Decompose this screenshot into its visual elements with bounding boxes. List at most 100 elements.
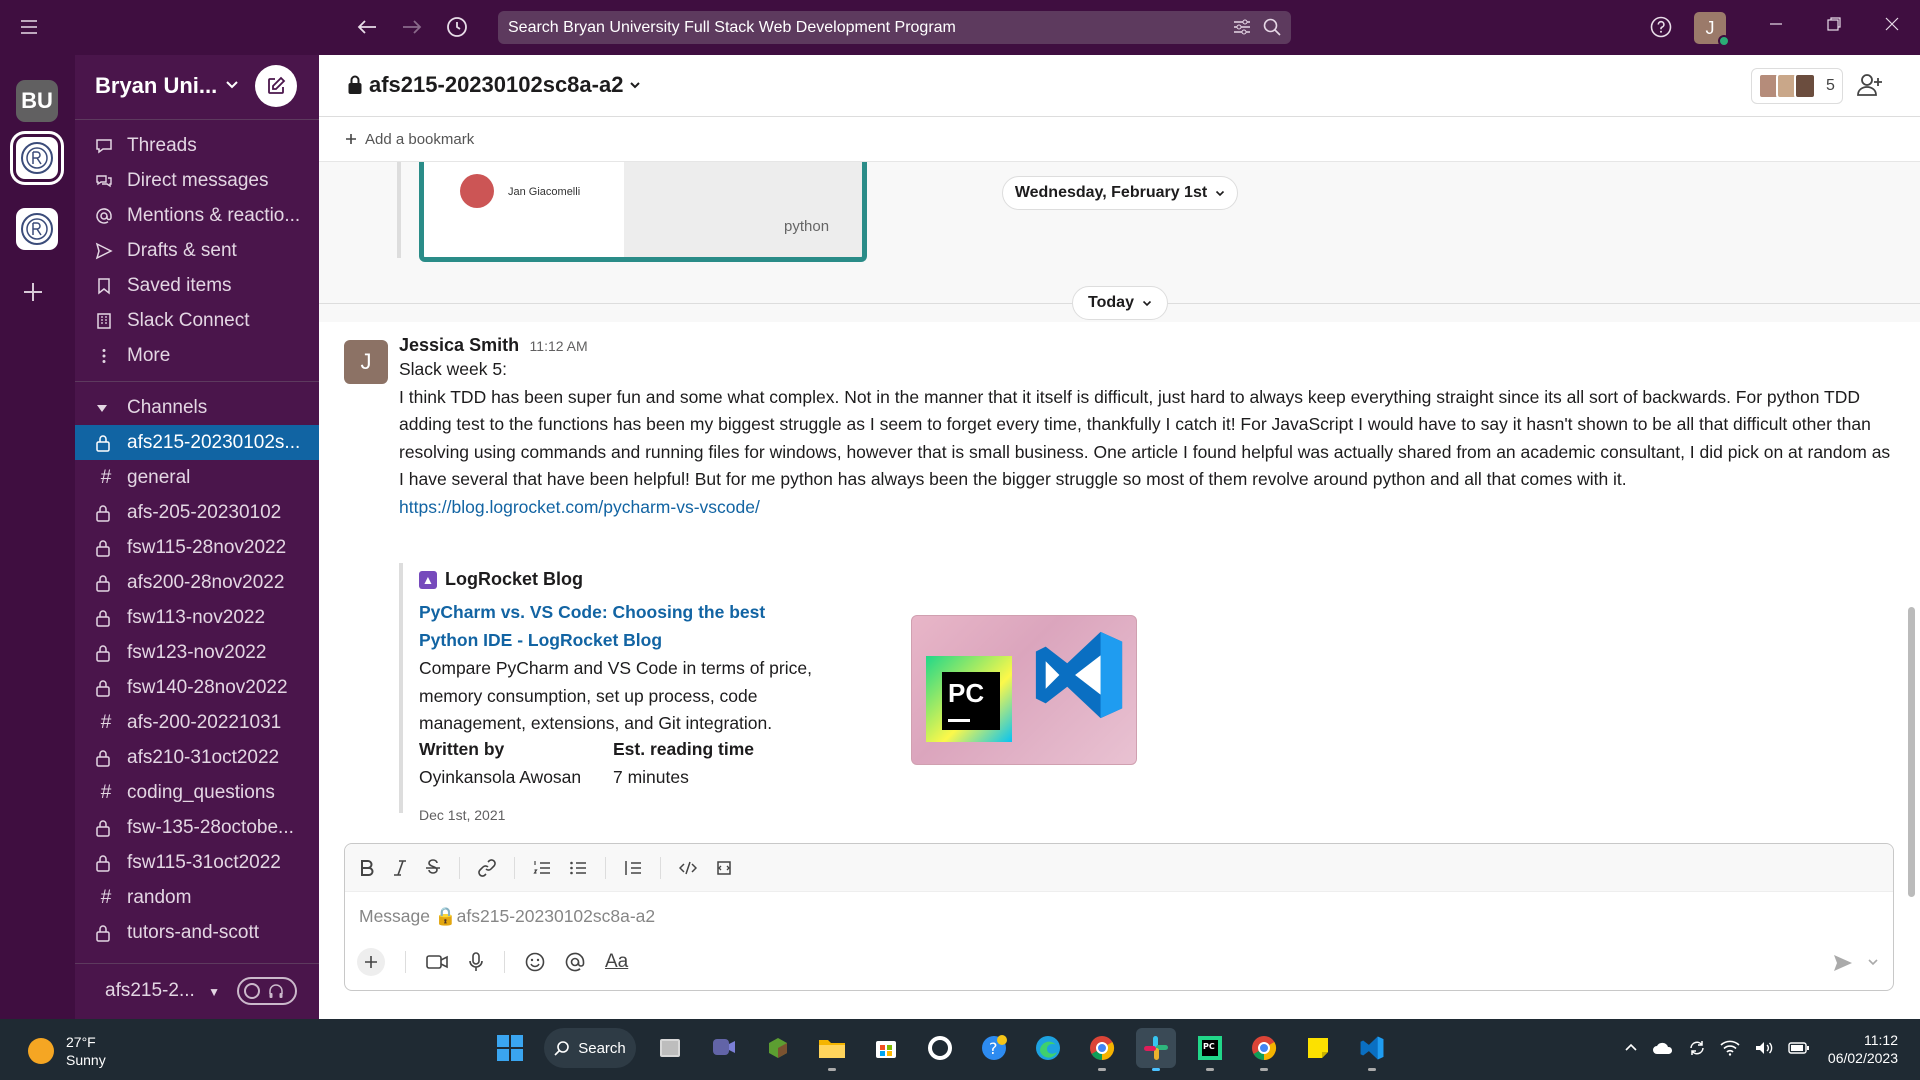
channels-section-header[interactable]: Channels xyxy=(75,390,319,425)
message-timestamp[interactable]: 11:12 AM xyxy=(530,338,588,354)
channel-item-afs215[interactable]: afs215-20230102s... xyxy=(75,425,319,460)
scrollbar[interactable] xyxy=(1908,607,1915,897)
search-bar[interactable]: Search Bryan University Full Stack Web D… xyxy=(498,11,1291,44)
sidebar-item-drafts[interactable]: Drafts & sent xyxy=(75,233,319,268)
strikethrough-icon[interactable] xyxy=(425,858,441,877)
channel-item-fsw-135[interactable]: fsw-135-28octobe... xyxy=(75,810,319,845)
sidebar-item-direct-messages[interactable]: Direct messages xyxy=(75,163,319,198)
minimize-icon[interactable] xyxy=(1768,16,1784,32)
channel-item-fsw123[interactable]: fsw123-nov2022 xyxy=(75,635,319,670)
code-block-icon[interactable] xyxy=(715,859,733,877)
microsoft-store-icon[interactable] xyxy=(866,1028,906,1068)
add-bookmark-button[interactable]: Add a bookmark xyxy=(319,117,1920,162)
mention-at-icon[interactable] xyxy=(565,952,585,972)
italic-icon[interactable] xyxy=(393,859,407,877)
sidebar-item-more[interactable]: More xyxy=(75,338,319,373)
message-author-name[interactable]: Jessica Smith xyxy=(399,335,519,355)
toolbar-separator xyxy=(504,951,505,973)
windows-start-icon[interactable] xyxy=(490,1028,530,1068)
huddle-channel-selector[interactable]: afs215-2... ▼ xyxy=(105,980,220,1002)
channel-item-tutors[interactable]: tutors-and-scott xyxy=(75,915,319,950)
hamburger-menu-icon[interactable] xyxy=(16,14,42,40)
attach-plus-button[interactable] xyxy=(357,948,385,976)
add-workspace-plus-icon[interactable] xyxy=(22,281,44,303)
channel-item-afs-200[interactable]: # afs-200-20221031 xyxy=(75,705,319,740)
channel-item-random[interactable]: # random xyxy=(75,880,319,915)
code-icon[interactable] xyxy=(679,859,697,877)
teams-chat-icon[interactable] xyxy=(704,1028,744,1068)
slack-icon[interactable] xyxy=(1136,1028,1176,1071)
channel-item-general[interactable]: # general xyxy=(75,460,319,495)
channel-item-fsw115-oct[interactable]: fsw115-31oct2022 xyxy=(75,845,319,880)
previous-attachment-preview[interactable]: Jan Giacomelli python xyxy=(419,162,867,262)
help-icon[interactable] xyxy=(1648,14,1674,40)
edge-browser-icon[interactable] xyxy=(1028,1028,1068,1068)
chevron-up-icon[interactable] xyxy=(1624,1041,1638,1055)
forward-arrow-icon[interactable] xyxy=(399,14,425,40)
sidebar-item-mentions[interactable]: Mentions & reactio... xyxy=(75,198,319,233)
sync-icon[interactable] xyxy=(1688,1039,1706,1057)
workspace-logo-active[interactable] xyxy=(16,137,58,179)
channel-item-afs210[interactable]: afs210-31oct2022 xyxy=(75,740,319,775)
emoji-icon[interactable] xyxy=(525,952,545,972)
workspace-name[interactable]: Bryan Uni... xyxy=(95,73,217,99)
channel-item-afs-205[interactable]: afs-205-20230102 xyxy=(75,495,319,530)
video-clip-icon[interactable] xyxy=(426,953,448,971)
sidebar-item-saved[interactable]: Saved items xyxy=(75,268,319,303)
chrome-icon[interactable] xyxy=(1082,1028,1122,1071)
search-icon[interactable] xyxy=(1263,18,1281,36)
channel-title-button[interactable]: afs215-20230102sc8a-a2 xyxy=(347,72,641,98)
workspace-logo[interactable] xyxy=(16,208,58,250)
taskbar-search-button[interactable]: Search xyxy=(544,1028,636,1068)
chrome-profile-icon[interactable] xyxy=(1244,1028,1284,1071)
sticky-notes-icon[interactable] xyxy=(1298,1028,1338,1068)
link-icon[interactable] xyxy=(478,858,496,877)
chevron-down-icon[interactable] xyxy=(225,77,239,91)
unfurl-thumbnail-image[interactable]: PC xyxy=(911,615,1137,765)
unfurl-title-link[interactable]: PyCharm vs. VS Code: Choosing the best P… xyxy=(419,599,819,654)
onedrive-cloud-icon[interactable] xyxy=(1652,1041,1674,1055)
workspace-switcher-bu[interactable]: BU xyxy=(16,80,58,122)
channel-item-fsw140[interactable]: fsw140-28nov2022 xyxy=(75,670,319,705)
microphone-icon[interactable] xyxy=(468,952,484,972)
battery-icon[interactable] xyxy=(1788,1041,1810,1055)
text-format-icon[interactable]: Aa xyxy=(605,951,628,973)
sidebar-item-threads[interactable]: Threads xyxy=(75,128,319,163)
channel-item-afs200-nov[interactable]: afs200-28nov2022 xyxy=(75,565,319,600)
minecraft-icon[interactable] xyxy=(758,1028,798,1068)
channel-item-coding-questions[interactable]: # coding_questions xyxy=(75,775,319,810)
send-icon[interactable] xyxy=(1833,954,1853,972)
message-author-avatar[interactable]: J xyxy=(344,340,388,384)
file-explorer-icon[interactable] xyxy=(812,1028,852,1071)
huddle-toggle[interactable] xyxy=(237,977,297,1005)
filter-sliders-icon[interactable] xyxy=(1233,18,1251,36)
restore-window-icon[interactable] xyxy=(1826,16,1842,32)
chevron-down-icon[interactable] xyxy=(1867,956,1879,968)
task-view-icon[interactable] xyxy=(650,1028,690,1068)
compose-button[interactable] xyxy=(255,65,297,107)
bulleted-list-icon[interactable] xyxy=(569,859,587,877)
add-people-icon[interactable] xyxy=(1857,72,1883,98)
date-divider-button[interactable]: Wednesday, February 1st xyxy=(1002,176,1238,210)
channel-item-fsw115-nov[interactable]: fsw115-28nov2022 xyxy=(75,530,319,565)
weather-widget[interactable]: 27°F Sunny xyxy=(28,1033,106,1069)
bold-icon[interactable] xyxy=(359,859,375,877)
python-help-icon[interactable]: ? xyxy=(974,1028,1014,1068)
vscode-icon[interactable] xyxy=(1352,1028,1392,1071)
history-clock-icon[interactable] xyxy=(444,14,470,40)
blockquote-icon[interactable] xyxy=(624,859,642,877)
ordered-list-icon[interactable] xyxy=(533,859,551,877)
members-button[interactable]: 5 xyxy=(1751,68,1843,104)
close-icon[interactable] xyxy=(1884,16,1900,32)
channel-item-fsw113[interactable]: fsw113-nov2022 xyxy=(75,600,319,635)
sidebar-item-slack-connect[interactable]: Slack Connect xyxy=(75,303,319,338)
volume-icon[interactable] xyxy=(1754,1040,1774,1056)
back-arrow-icon[interactable] xyxy=(354,14,380,40)
today-divider-button[interactable]: Today xyxy=(1072,286,1168,320)
pycharm-icon[interactable]: PC xyxy=(1190,1028,1230,1071)
github-desktop-icon[interactable] xyxy=(920,1028,960,1068)
message-link[interactable]: https://blog.logrocket.com/pycharm-vs-vs… xyxy=(399,494,1899,522)
wifi-icon[interactable] xyxy=(1720,1040,1740,1056)
system-clock[interactable]: 11:12 06/02/2023 xyxy=(1816,1031,1898,1067)
message-input[interactable]: Message 🔒afs215-20230102sc8a-a2 xyxy=(359,906,655,927)
